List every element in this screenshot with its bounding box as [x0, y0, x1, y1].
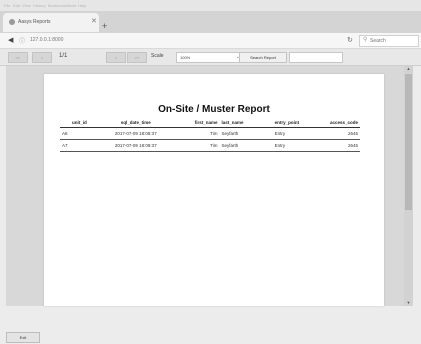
info-icon[interactable]: ⓘ [19, 36, 25, 45]
favicon-icon [9, 19, 15, 25]
column-header-unit-id: unit_id [60, 118, 102, 128]
menu-history[interactable]: History [33, 3, 45, 8]
browser-search-input[interactable] [370, 37, 414, 45]
column-header-entry-point: entry_point [272, 118, 319, 128]
cell-entry-point: Entry [272, 127, 319, 140]
scroll-down-icon[interactable]: ▼ [404, 300, 413, 306]
report-viewer: On-Site / Muster Report unit_id sql_date… [6, 66, 410, 306]
scale-label: Scale [151, 53, 164, 59]
table-row: A6 2017-07-09 18:08:37 Tim Seyfarth Entr… [60, 127, 360, 140]
column-header-last-name: last_name [219, 118, 273, 128]
search-icon: ⚲ [363, 37, 368, 43]
tab-strip: Aasys Reports ✕ + [0, 11, 421, 33]
last-page-button[interactable]: >> [127, 52, 147, 63]
scale-value: 100% [180, 55, 191, 60]
vertical-scrollbar[interactable]: ▲ ▼ [404, 66, 413, 306]
cell-sql-date-time: 2017-07-09 18:08:37 [101, 139, 171, 152]
column-header-sql-date-time: sql_date_time [101, 118, 171, 128]
url-field[interactable]: 127.0.0.1:8000 [30, 37, 63, 43]
cell-last-name: Seyfarth [219, 139, 273, 152]
report-table: unit_id sql_date_time first_name last_na… [60, 118, 360, 152]
cell-first-name: Tim [170, 127, 220, 140]
report-search-input[interactable] [289, 52, 343, 63]
menu-help[interactable]: Help [78, 3, 86, 8]
menu-bookmarks[interactable]: Bookmarks [48, 3, 68, 8]
scroll-thumb[interactable] [405, 74, 412, 210]
report-page: On-Site / Muster Report unit_id sql_date… [44, 74, 384, 306]
menu-file[interactable]: File [4, 3, 10, 8]
cell-entry-point: Entry [272, 139, 319, 152]
close-tab-icon[interactable]: ✕ [91, 17, 97, 25]
first-page-button[interactable]: << [8, 52, 28, 63]
table-row: A7 2017-07-09 18:08:37 Tim Seyfarth Entr… [60, 139, 360, 152]
scroll-up-icon[interactable]: ▲ [404, 66, 413, 72]
reload-icon[interactable]: ↻ [347, 36, 353, 44]
tab-title: Aasys Reports [18, 19, 51, 25]
exit-button[interactable]: Exit [6, 332, 40, 343]
column-header-first-name: first_name [170, 118, 220, 128]
navigation-bar: ◀ ⓘ 127.0.0.1:8000 ↻ ⚲ [0, 33, 421, 49]
menu-tools[interactable]: Tools [67, 3, 76, 8]
cell-first-name: Tim [170, 139, 220, 152]
previous-page-button[interactable]: < [32, 52, 52, 63]
next-page-button[interactable]: > [106, 52, 126, 63]
cell-unit-id: A7 [60, 139, 102, 152]
report-title: On-Site / Muster Report [158, 104, 270, 115]
search-report-button[interactable]: Search Report [239, 52, 287, 63]
column-header-access-code: access_code [318, 118, 360, 128]
cell-sql-date-time: 2017-07-09 18:08:37 [101, 127, 171, 140]
scale-select[interactable]: 100% ⌄ [176, 52, 244, 63]
menu-bar: File Edit View History Bookmarks Tools H… [0, 0, 421, 11]
table-header-row: unit_id sql_date_time first_name last_na… [60, 118, 360, 128]
back-arrow-icon[interactable]: ◀ [8, 36, 13, 44]
cell-access-code: 2645 [318, 127, 360, 140]
cell-last-name: Seyfarth [219, 127, 273, 140]
report-toolbar: << < 1/1 > >> Scale 100% ⌄ Search Report [0, 49, 421, 66]
cell-unit-id: A6 [60, 127, 102, 140]
menu-edit[interactable]: Edit [13, 3, 20, 8]
browser-search-box[interactable]: ⚲ [359, 35, 419, 47]
cell-access-code: 2645 [318, 139, 360, 152]
browser-tab[interactable]: Aasys Reports ✕ [3, 13, 99, 32]
page-indicator: 1/1 [59, 53, 68, 59]
menu-view[interactable]: View [22, 3, 31, 8]
new-tab-icon[interactable]: + [102, 21, 107, 31]
